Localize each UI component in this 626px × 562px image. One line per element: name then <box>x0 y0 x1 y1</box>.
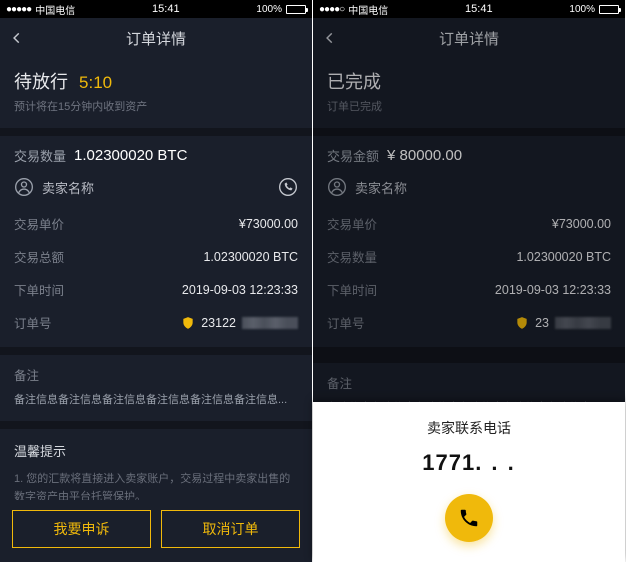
status-subtitle: 预计将在15分钟内收到资产 <box>14 98 298 114</box>
battery-percent: 100% <box>569 4 595 15</box>
battery-percent: 100% <box>256 4 282 15</box>
status-bar: ●●●●○ 中国电信 15:41 100% <box>313 0 625 18</box>
row-price: 交易单价 ¥73000.00 <box>327 207 611 240</box>
redacted-icon <box>242 317 298 329</box>
complain-button[interactable]: 我要申诉 <box>12 510 151 548</box>
clock: 15:41 <box>465 3 493 15</box>
remark-title: 备注 <box>327 373 611 392</box>
seller-name: 卖家名称 <box>42 178 94 197</box>
status-title: 待放行 <box>14 72 68 92</box>
order-number: 23 <box>535 316 549 330</box>
amount-label: 交易金额 <box>327 146 379 165</box>
row-time: 下单时间 2019-09-03 12:23:33 <box>327 273 611 306</box>
status-subtitle: 订单已完成 <box>327 98 611 114</box>
page-title: 订单详情 <box>126 28 186 49</box>
remark-title: 备注 <box>14 365 298 384</box>
cancel-order-button[interactable]: 取消订单 <box>161 510 300 548</box>
remark-text: 备注信息备注信息备注信息备注信息备注信息备注信息... <box>14 392 298 409</box>
amount-value: ¥ 80000.00 <box>387 147 462 164</box>
row-total: 交易总额 1.02300020 BTC <box>14 240 298 273</box>
countdown-timer: 5:10 <box>79 73 112 92</box>
overlay-phone-number: 1771. . . <box>422 450 516 476</box>
tips-block: 温馨提示 1. 您的汇款将直接进入卖家账户，交易过程中卖家出售的数字资产由平台托… <box>0 429 312 501</box>
header: 订单详情 <box>313 18 625 58</box>
carrier-label: 中国电信 <box>35 2 75 17</box>
user-icon <box>14 177 34 197</box>
phone-right: ●●●●○ 中国电信 15:41 100% 订单详情 已完成 订单已完成 交易金… <box>313 0 626 562</box>
overlay-title: 卖家联系电话 <box>427 418 511 438</box>
battery-icon <box>599 5 619 14</box>
info-block: 交易数量 1.02300020 BTC 卖家名称 交易单价 ¥73000.00 … <box>0 136 312 355</box>
header: 订单详情 <box>0 18 312 58</box>
page-title: 订单详情 <box>439 28 499 49</box>
clock: 15:41 <box>152 3 180 15</box>
shield-icon <box>515 316 529 330</box>
amount-label: 交易数量 <box>14 146 66 165</box>
back-icon[interactable] <box>323 31 337 45</box>
row-orderno: 订单号 23 <box>327 306 611 339</box>
seller-name: 卖家名称 <box>355 178 407 197</box>
shield-icon <box>181 316 195 330</box>
row-qty: 交易数量 1.02300020 BTC <box>327 240 611 273</box>
phone-icon[interactable] <box>278 177 298 197</box>
user-icon <box>327 177 347 197</box>
battery-icon <box>286 5 306 14</box>
order-number: 23122 <box>201 316 236 330</box>
redacted-icon <box>555 317 611 329</box>
carrier-label: 中国电信 <box>348 2 388 17</box>
signal-dots-icon: ●●●●○ <box>319 4 344 15</box>
status-bar: ●●●●● 中国电信 15:41 100% <box>0 0 312 18</box>
phone-left: ●●●●● 中国电信 15:41 100% 订单详情 待放行 5:10 预计将在… <box>0 0 313 562</box>
status-title: 已完成 <box>327 72 381 92</box>
call-button[interactable] <box>445 494 493 542</box>
tips-title: 温馨提示 <box>14 441 298 460</box>
row-time: 下单时间 2019-09-03 12:23:33 <box>14 273 298 306</box>
row-orderno: 订单号 23122 <box>14 306 298 339</box>
info-block: 交易金额 ¥ 80000.00 卖家名称 交易单价 ¥73000.00 交易数量… <box>313 136 625 355</box>
remark-block: 备注 备注信息备注信息备注信息备注信息备注信息备注信息... <box>0 355 312 429</box>
order-status-block: 待放行 5:10 预计将在15分钟内收到资产 <box>0 58 312 136</box>
tips-line1: 1. 您的汇款将直接进入卖家账户，交易过程中卖家出售的数字资产由平台托管保护。 <box>14 470 298 501</box>
amount-value: 1.02300020 BTC <box>74 147 187 164</box>
contact-sheet: 卖家联系电话 1771. . . <box>313 402 625 562</box>
back-icon[interactable] <box>10 31 24 45</box>
footer-buttons: 我要申诉 取消订单 <box>0 500 312 562</box>
order-status-block: 已完成 订单已完成 <box>313 58 625 136</box>
row-price: 交易单价 ¥73000.00 <box>14 207 298 240</box>
signal-dots-icon: ●●●●● <box>6 4 31 15</box>
